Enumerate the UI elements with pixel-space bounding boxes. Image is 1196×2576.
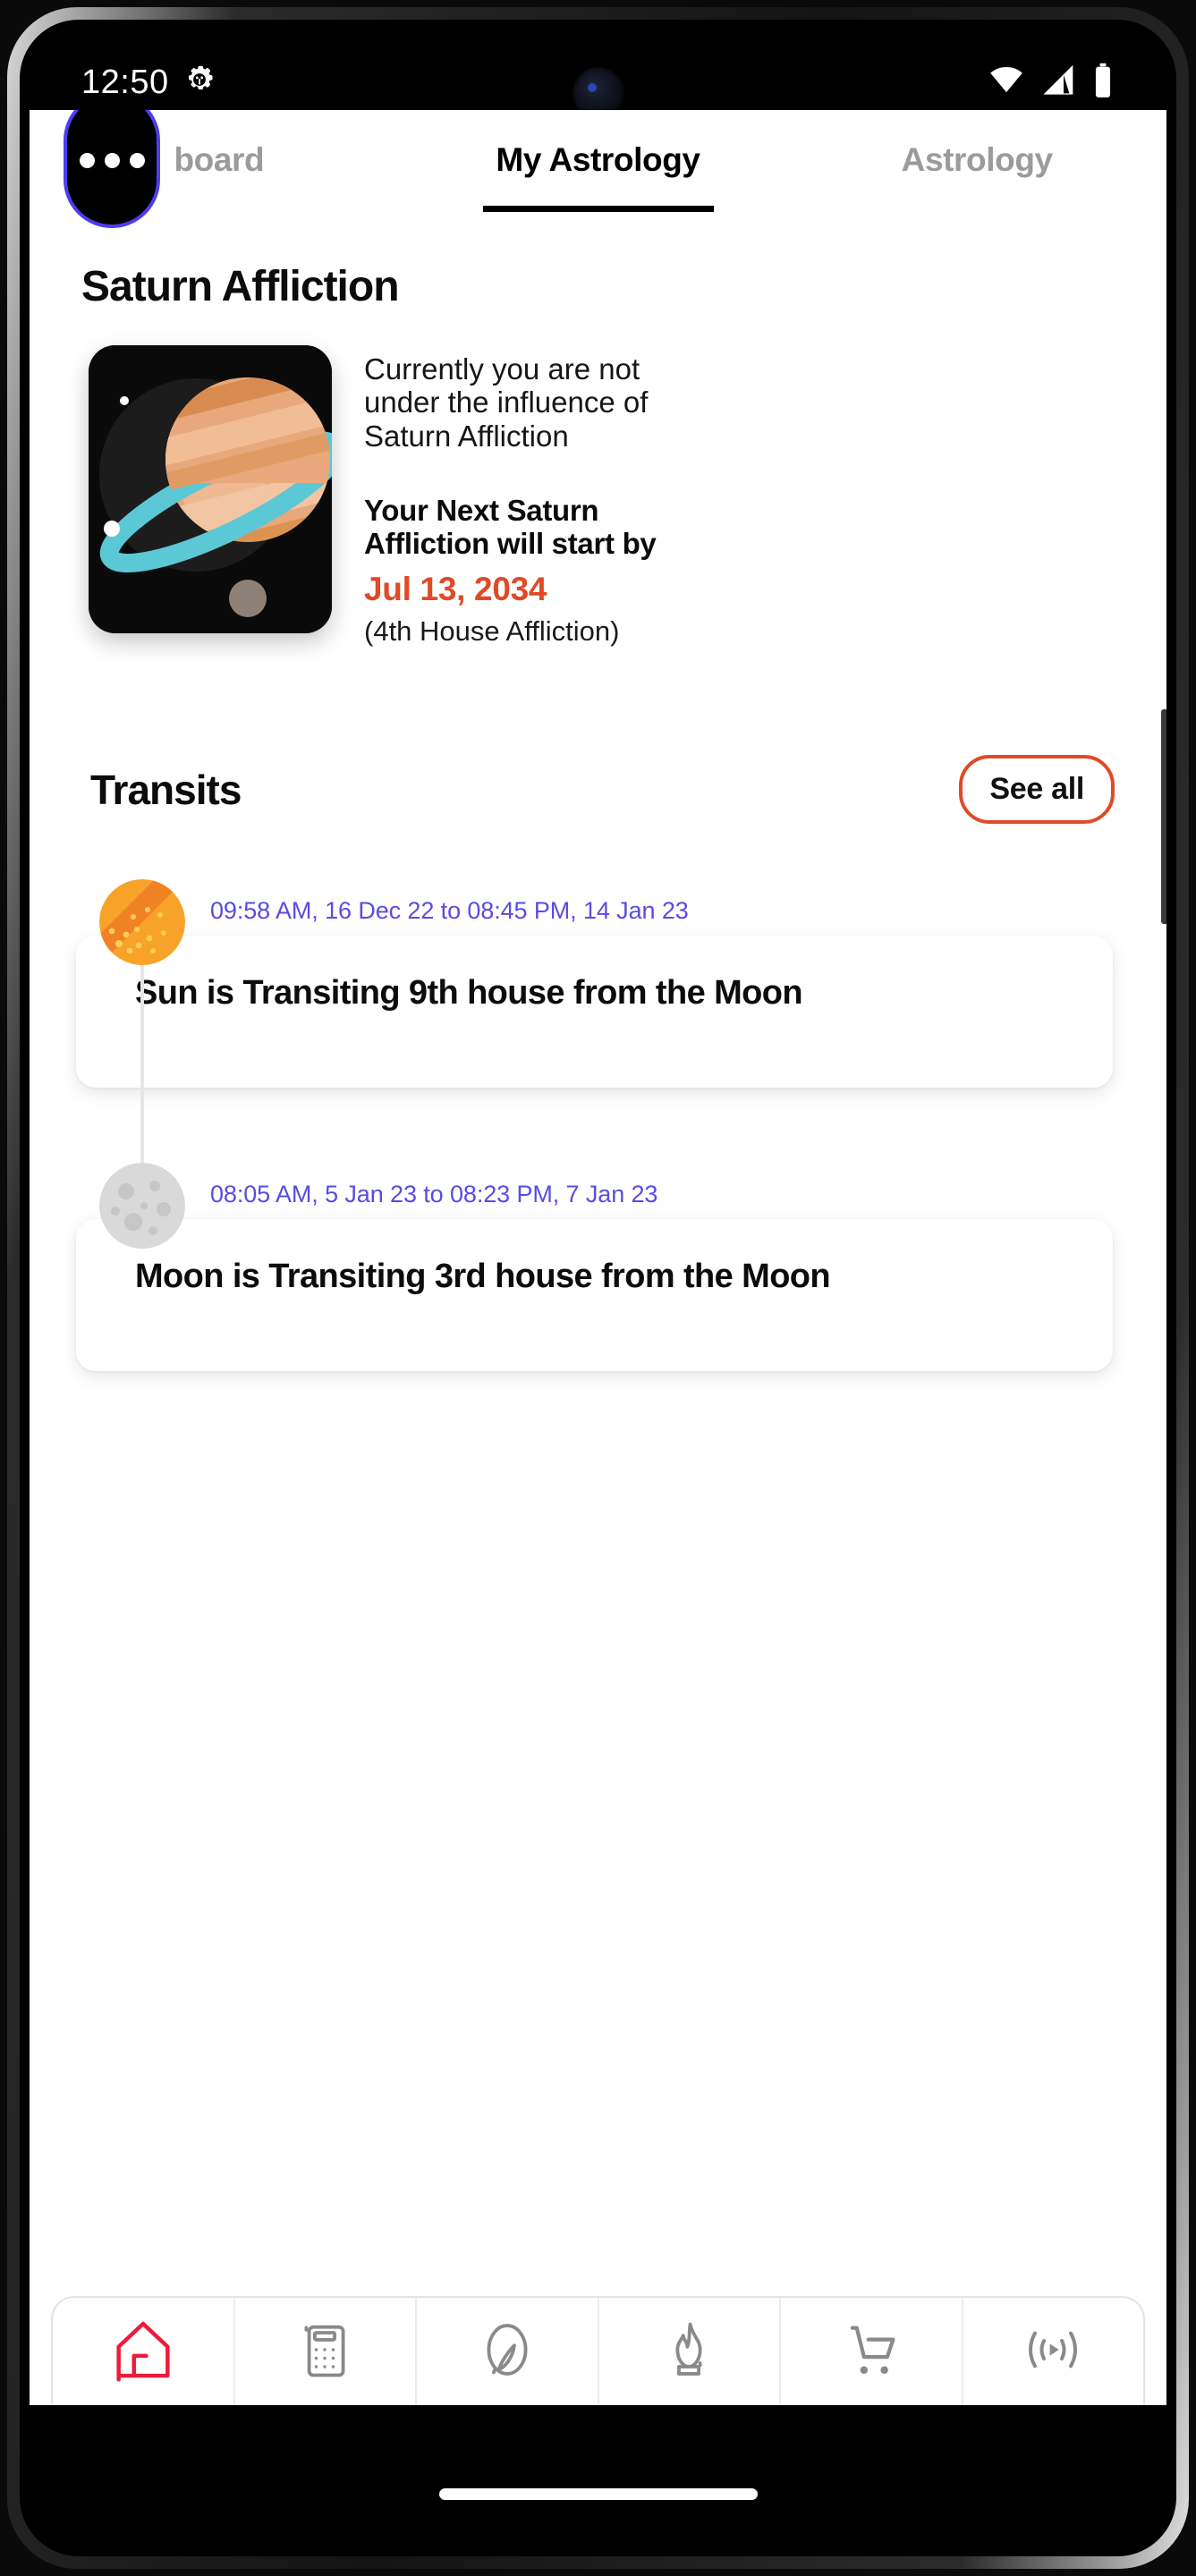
- tab-my-astrology-label: My Astrology: [496, 141, 700, 178]
- status-clock: 12:50: [81, 63, 169, 101]
- bottom-navigation-bar: [51, 2296, 1145, 2405]
- gesture-home-bar[interactable]: [438, 2488, 758, 2500]
- page-title: Saturn Affliction: [81, 263, 400, 310]
- transits-header: Transits See all: [30, 648, 1166, 825]
- gear-icon: [183, 64, 216, 101]
- dot-1: [79, 152, 95, 168]
- compass-icon: [473, 2316, 541, 2388]
- home-icon: [106, 2313, 180, 2391]
- tab-astrology[interactable]: Astrology: [787, 123, 1166, 198]
- transits-title: Transits: [90, 766, 242, 813]
- nav-item-flame[interactable]: [599, 2298, 781, 2405]
- shopping-cart-icon: [836, 2315, 906, 2389]
- transit-card-title: Moon is Transiting 3rd house from the Mo…: [135, 1258, 831, 1296]
- saturn-next-date: Jul 13, 2034: [364, 571, 547, 608]
- transit-list: 09:58 AM, 16 Dec 22 to 08:45 PM, 14 Jan …: [30, 824, 1166, 1372]
- flame-lamp-icon: [655, 2316, 723, 2388]
- power-button[interactable]: [1161, 709, 1166, 924]
- gesture-nav-area: [30, 2405, 1166, 2541]
- nav-item-compass[interactable]: [417, 2298, 599, 2405]
- dot-3: [129, 152, 145, 168]
- transit-card[interactable]: Moon is Transiting 3rd house from the Mo…: [76, 1219, 1113, 1372]
- saturn-planet-illustration: [89, 345, 332, 633]
- moon-icon: [99, 1163, 185, 1250]
- sun-icon: [99, 879, 185, 966]
- phone-frame: 12:50 board My Astrology Astrology Satur…: [7, 7, 1189, 2569]
- saturn-text-block: Currently you are not under the influenc…: [364, 345, 686, 648]
- phone-bezel: 12:50 board My Astrology Astrology Satur…: [20, 20, 1176, 2556]
- tab-dashboard-label: board: [174, 141, 265, 178]
- calendar-icon: [291, 2316, 359, 2388]
- main-content: Saturn Affliction Currently you are not …: [30, 198, 1166, 1372]
- transit-row-head: 08:05 AM, 5 Jan 23 to 08:23 PM, 7 Jan 23: [30, 1163, 1166, 1250]
- saturn-next-label: Your Next Saturn Affliction will start b…: [364, 493, 657, 561]
- transit-card[interactable]: Sun is Transiting 9th house from the Moo…: [76, 936, 1113, 1089]
- tab-my-astrology[interactable]: My Astrology: [409, 123, 788, 198]
- wifi-icon: [988, 62, 1025, 104]
- transit-card-title: Sun is Transiting 9th house from the Moo…: [135, 974, 803, 1013]
- dot-2: [104, 152, 120, 168]
- see-all-button[interactable]: See all: [959, 755, 1115, 825]
- saturn-house-note: (4th House Affliction): [364, 615, 620, 648]
- transit-item[interactable]: 09:58 AM, 16 Dec 22 to 08:45 PM, 14 Jan …: [30, 879, 1166, 1089]
- status-bar-right: [988, 62, 1115, 104]
- transit-item[interactable]: 08:05 AM, 5 Jan 23 to 08:23 PM, 7 Jan 23…: [30, 1163, 1166, 1372]
- transit-row-head: 09:58 AM, 16 Dec 22 to 08:45 PM, 14 Jan …: [30, 879, 1166, 966]
- live-broadcast-icon: [1017, 2314, 1089, 2390]
- cellular-signal-icon: [1040, 63, 1076, 103]
- nav-item-live[interactable]: [963, 2298, 1144, 2405]
- battery-full-icon: [1091, 62, 1115, 104]
- app-viewport: board My Astrology Astrology Saturn Affl…: [30, 110, 1166, 2405]
- status-bar-left: 12:50: [81, 64, 216, 102]
- transit-date-range: 08:05 AM, 5 Jan 23 to 08:23 PM, 7 Jan 23: [210, 1181, 658, 1208]
- nav-item-cart[interactable]: [781, 2298, 963, 2405]
- nav-item-home[interactable]: [53, 2298, 235, 2405]
- tab-astrology-label: Astrology: [901, 141, 1053, 178]
- more-options-icon[interactable]: [64, 110, 160, 228]
- transit-date-range: 09:58 AM, 16 Dec 22 to 08:45 PM, 14 Jan …: [210, 897, 689, 925]
- saturn-affliction-section: Currently you are not under the influenc…: [30, 311, 1166, 648]
- nav-item-calendar[interactable]: [235, 2298, 417, 2405]
- saturn-status-text: Currently you are not under the influenc…: [364, 352, 649, 453]
- phone-screen: 12:50 board My Astrology Astrology Satur…: [30, 30, 1166, 2541]
- top-tab-bar: board My Astrology Astrology: [30, 110, 1166, 228]
